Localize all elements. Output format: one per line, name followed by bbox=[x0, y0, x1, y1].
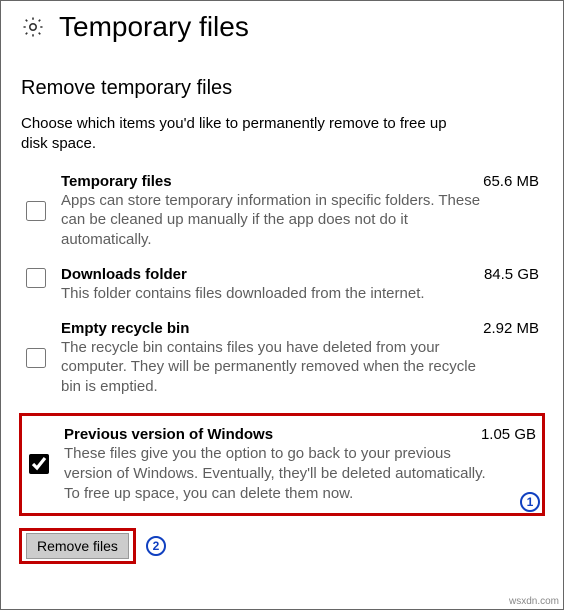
checkbox-wrap[interactable] bbox=[25, 266, 47, 288]
page-header: Temporary files bbox=[1, 1, 563, 47]
item-previous-windows: Previous version of Windows 1.05 GB Thes… bbox=[19, 413, 545, 516]
item-body: Downloads folder 84.5 GB This folder con… bbox=[61, 266, 539, 304]
item-size: 2.92 MB bbox=[475, 320, 539, 337]
section-description: Choose which items you'd like to permane… bbox=[21, 114, 451, 155]
item-size: 1.05 GB bbox=[473, 426, 536, 443]
item-head: Temporary files 65.6 MB bbox=[61, 173, 539, 190]
item-body: Temporary files 65.6 MB Apps can store t… bbox=[61, 173, 539, 250]
checkbox-empty-recycle-bin[interactable] bbox=[26, 348, 46, 368]
item-description: These files give you the option to go ba… bbox=[64, 444, 494, 503]
item-temporary-files: Temporary files 65.6 MB Apps can store t… bbox=[19, 173, 545, 266]
item-title: Downloads folder bbox=[61, 266, 187, 283]
checkbox-wrap[interactable] bbox=[28, 426, 50, 474]
item-head: Empty recycle bin 2.92 MB bbox=[61, 320, 539, 337]
item-downloads-folder: Downloads folder 84.5 GB This folder con… bbox=[19, 266, 545, 320]
item-head: Previous version of Windows 1.05 GB bbox=[64, 426, 536, 443]
page-title: Temporary files bbox=[59, 11, 249, 43]
watermark: wsxdn.com bbox=[509, 596, 559, 607]
checkbox-downloads-folder[interactable] bbox=[26, 268, 46, 288]
item-head: Downloads folder 84.5 GB bbox=[61, 266, 539, 283]
gear-icon bbox=[21, 15, 45, 39]
item-title: Empty recycle bin bbox=[61, 320, 189, 337]
checkbox-previous-windows[interactable] bbox=[29, 454, 49, 474]
checkbox-wrap[interactable] bbox=[25, 320, 47, 368]
item-size: 65.6 MB bbox=[475, 173, 539, 190]
item-body: Previous version of Windows 1.05 GB Thes… bbox=[64, 426, 536, 503]
annotation-callout-2: 2 bbox=[146, 536, 166, 556]
item-title: Previous version of Windows bbox=[64, 426, 273, 443]
checkbox-wrap[interactable] bbox=[25, 173, 47, 221]
section-heading: Remove temporary files bbox=[21, 77, 543, 100]
action-row: Remove files 2 bbox=[19, 528, 545, 564]
item-empty-recycle-bin: Empty recycle bin 2.92 MB The recycle bi… bbox=[19, 320, 545, 413]
items-list: Temporary files 65.6 MB Apps can store t… bbox=[19, 173, 545, 517]
item-description: The recycle bin contains files you have … bbox=[61, 338, 491, 397]
checkbox-temporary-files[interactable] bbox=[26, 201, 46, 221]
item-description: Apps can store temporary information in … bbox=[61, 191, 491, 250]
annotation-callout-1: 1 bbox=[520, 492, 540, 512]
remove-files-highlight: Remove files bbox=[19, 528, 136, 564]
item-size: 84.5 GB bbox=[476, 266, 539, 283]
remove-files-button[interactable]: Remove files bbox=[26, 533, 129, 559]
item-description: This folder contains files downloaded fr… bbox=[61, 284, 491, 304]
item-title: Temporary files bbox=[61, 173, 172, 190]
item-body: Empty recycle bin 2.92 MB The recycle bi… bbox=[61, 320, 539, 397]
